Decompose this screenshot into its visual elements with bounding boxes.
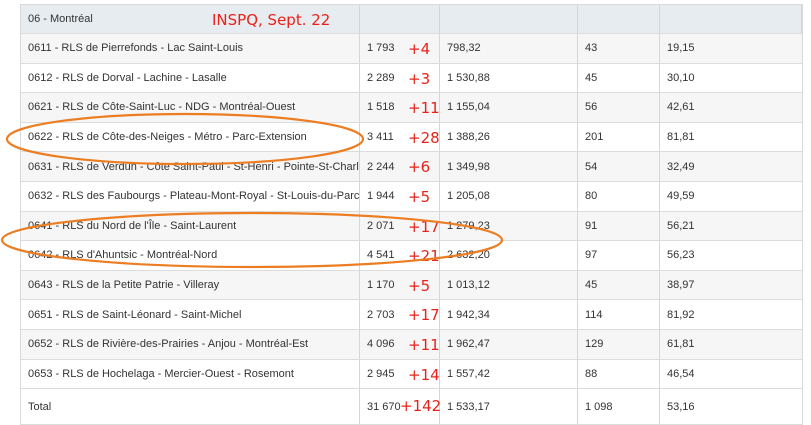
rls-name: 0622 - RLS de Côte-des-Neiges - Métro - …	[21, 122, 360, 152]
rls-name: 0643 - RLS de la Petite Patrie - Villera…	[21, 270, 360, 300]
col5-cell: 30,10	[667, 71, 695, 84]
col4-cell: 91	[578, 211, 660, 241]
delta-annotation: +142	[400, 397, 442, 416]
delta-annotation: +4	[408, 40, 431, 58]
rate-cell: 1 388,26	[440, 122, 578, 152]
delta-annotation: +11	[408, 336, 440, 354]
rate-cell: 1 942,34	[440, 300, 578, 329]
delta-annotation: +5	[408, 188, 431, 206]
col4-cell: 97	[578, 241, 660, 270]
table-header-row: 06 - Montréal	[21, 5, 802, 34]
rls-table: 06 - Montréal 0611 - RLS de Pierrefonds …	[20, 4, 803, 425]
rate-cell: 1 349,98	[440, 152, 578, 181]
col5-cell: 38,97	[667, 279, 695, 292]
col4-cell: 43	[578, 34, 660, 63]
col4-cell: 80	[578, 181, 660, 211]
total-col4: 1 098	[578, 389, 660, 425]
delta-annotation: +28	[408, 128, 440, 147]
col5-cell: 81,92	[667, 308, 695, 321]
col5-cell: 56,23	[667, 249, 695, 262]
col4-cell: 129	[578, 329, 660, 359]
delta-annotation: +14	[408, 365, 440, 384]
rate-cell: 1 155,04	[440, 93, 578, 122]
rate-cell: 1 205,08	[440, 181, 578, 211]
delta-annotation: +17	[408, 306, 440, 325]
col4-cell: 45	[578, 270, 660, 300]
col4-cell: 56	[578, 93, 660, 122]
col4-cell: 88	[578, 359, 660, 389]
rate-cell: 1 557,42	[440, 359, 578, 389]
rls-name: 0632 - RLS des Faubourgs - Plateau-Mont-…	[21, 181, 360, 211]
col5-cell: 32,49	[667, 160, 695, 173]
total-rate: 1 533,17	[440, 389, 578, 425]
col5-cell: 56,21	[667, 219, 695, 232]
col5-cell: 49,59	[667, 190, 695, 203]
col5-cell: 81,81	[667, 131, 695, 144]
rls-name: 0612 - RLS de Dorval - Lachine - Lasalle	[21, 63, 360, 93]
rls-name: 0642 - RLS d'Ahuntsic - Montréal-Nord	[21, 241, 360, 270]
rls-name: 0621 - RLS de Côte-Saint-Luc - NDG - Mon…	[21, 93, 360, 122]
delta-annotation: +6	[408, 158, 431, 177]
col5-cell: 46,54	[667, 367, 695, 380]
rls-name: 0653 - RLS de Hochelaga - Mercier-Ouest …	[21, 359, 360, 389]
rate-cell: 1 530,88	[440, 63, 578, 93]
rls-name: 0631 - RLS de Verdun - Côte Saint-Paul -…	[21, 152, 360, 181]
rls-name: 0641 - RLS du Nord de l'Île - Saint-Laur…	[21, 211, 360, 241]
col5-cell: 19,15	[667, 42, 695, 55]
delta-annotation: +11	[408, 99, 440, 118]
total-col5: 53,16	[667, 400, 695, 413]
col5-cell: 42,61	[667, 101, 695, 114]
rate-cell: 798,32	[440, 34, 578, 63]
rate-cell: 1 279,23	[440, 211, 578, 241]
col4-cell: 54	[578, 152, 660, 181]
rate-cell: 1 962,47	[440, 329, 578, 359]
rls-name: 0652 - RLS de Rivière-des-Prairies - Anj…	[21, 329, 360, 359]
total-label: Total	[21, 389, 360, 425]
col4-cell: 114	[578, 300, 660, 329]
delta-annotation: +17	[408, 217, 440, 236]
col5-cell: 61,81	[667, 338, 695, 351]
delta-annotation: +3	[408, 69, 431, 88]
col4-cell: 201	[578, 122, 660, 152]
delta-annotation: +21	[408, 247, 440, 266]
col4-cell: 45	[578, 63, 660, 93]
delta-annotation: +5	[408, 276, 431, 295]
rate-cell: 1 013,12	[440, 270, 578, 300]
rls-name: 0611 - RLS de Pierrefonds - Lac Saint-Lo…	[21, 34, 360, 63]
rls-name: 0651 - RLS de Saint-Léonard - Saint-Mich…	[21, 300, 360, 329]
rate-cell: 2 632,20	[440, 241, 578, 270]
annotation-note: INSPQ, Sept. 22	[212, 11, 331, 29]
